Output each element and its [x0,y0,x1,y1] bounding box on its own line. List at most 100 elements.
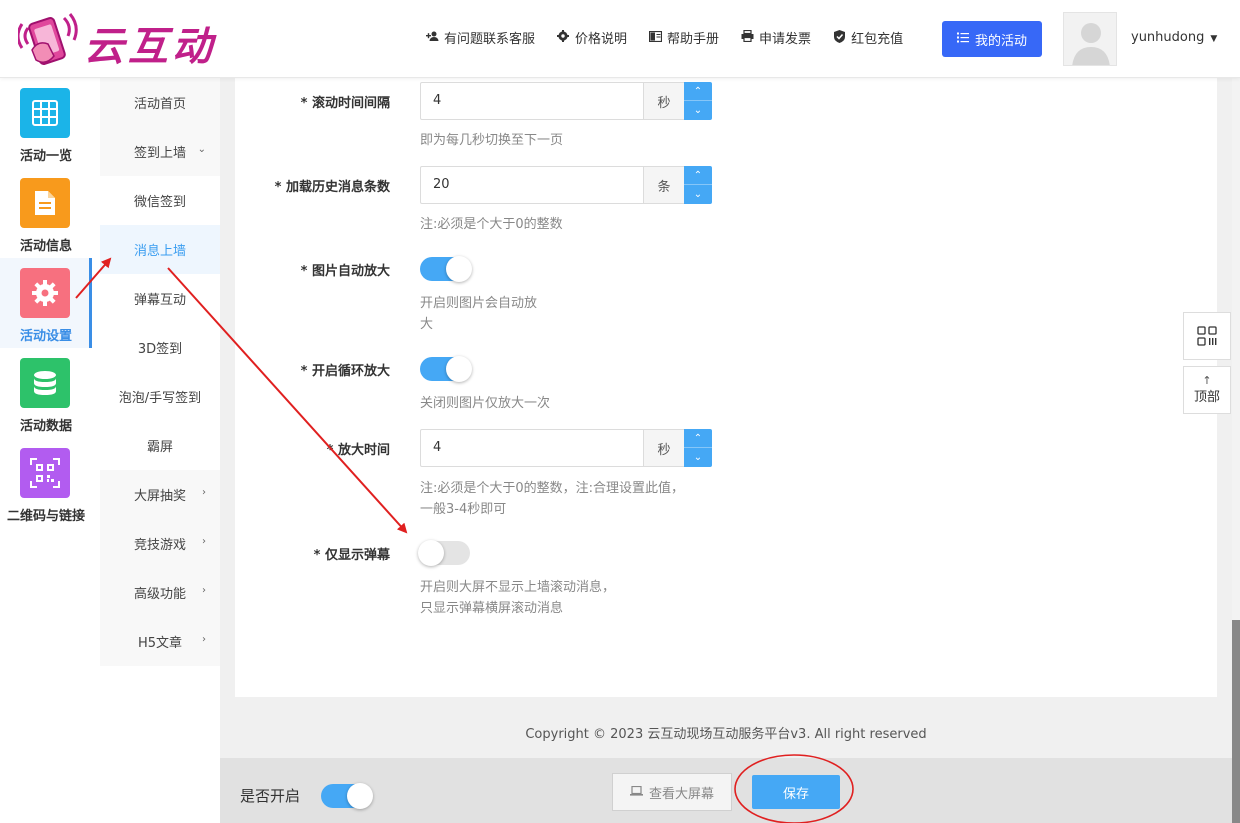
auto-zoom-toggle[interactable] [420,256,472,282]
unit-addon: 秒 [643,430,684,466]
submenu-item-h5-article[interactable]: H5文章 › [100,617,220,666]
history-count-label: * 加载历史消息条数 [274,180,390,195]
submenu-label: 霸屏 [146,440,173,455]
nav-pricing[interactable]: 价格说明 [556,28,627,47]
nav-help-manual[interactable]: 帮助手册 [648,28,719,47]
nav-label: 申请发票 [759,32,812,47]
zoom-time-stepper[interactable]: 4 秒 ⌃ ⌄ [420,429,712,467]
submenu-item-screen-takeover[interactable]: 霸屏 [100,421,220,470]
decrement-chevron-down-icon[interactable]: ⌄ [684,101,712,120]
sidebar-item-activity-info[interactable]: 活动信息 [0,168,92,258]
scroll-interval-stepper[interactable]: 4 秒 ⌃ ⌄ [420,82,712,120]
nav-invoice[interactable]: 申请发票 [740,28,811,47]
document-icon [20,178,70,228]
submenu-item-3d-signin[interactable]: 3D签到 [100,323,220,372]
auto-zoom-label: * 图片自动放大 [300,264,390,279]
zoom-time-label: * 放大时间 [326,443,390,458]
decrement-chevron-down-icon[interactable]: ⌄ [684,448,712,467]
chevron-right-icon: › [202,634,206,645]
nav-redpacket-recharge[interactable]: 红包充值 [832,28,903,47]
qrcode-icon [20,448,70,498]
submenu-label: 活动首页 [133,97,186,112]
qrcode-float-button[interactable] [1183,312,1231,360]
submenu-label: 弹幕互动 [133,293,186,308]
username-dropdown[interactable]: yunhudong ▼ [1131,30,1217,45]
book-icon [648,30,662,45]
caret-down-icon: ▼ [1210,34,1218,44]
save-button[interactable]: 保存 [752,775,840,809]
hint-line: 大 [420,317,434,332]
toggle-knob [446,356,472,382]
view-big-screen-button[interactable]: 查看大屏幕 [612,773,732,811]
history-count-stepper[interactable]: 20 条 ⌃ ⌄ [420,166,712,204]
sidebar-item-label: 二维码与链接 [6,509,85,524]
enable-toggle[interactable] [321,783,373,809]
spinner: ⌃ ⌄ [684,82,712,120]
view-big-screen-label: 查看大屏幕 [648,786,714,802]
spinner: ⌃ ⌄ [684,166,712,204]
nav-label: 帮助手册 [667,32,720,47]
submenu-item-games[interactable]: 竞技游戏 › [100,519,220,568]
user-plus-icon [425,30,439,45]
loop-zoom-label: * 开启循环放大 [300,364,390,379]
scroll-interval-value[interactable]: 4 [433,93,441,108]
decrement-chevron-down-icon[interactable]: ⌄ [684,185,712,204]
toggle-knob [347,783,373,809]
copyright-text: Copyright © 2023 云互动现场互动服务平台v3. All righ… [525,727,927,742]
danmu-only-toggle[interactable] [418,540,470,566]
nav-contact-support[interactable]: 有问题联系客服 [425,28,535,47]
sidebar-item-activity-list[interactable]: 活动一览 [0,78,92,168]
submenu-label: 微信签到 [133,195,186,210]
sidebar-item-qrcode-link[interactable]: 二维码与链接 [0,438,92,528]
danmu-only-hint: 开启则大屏不显示上墙滚动消息， 只显示弹幕横屏滚动消息 [420,577,615,619]
unit-addon: 条 [643,167,684,203]
toggle-knob [418,540,444,566]
submenu-item-lottery[interactable]: 大屏抽奖 › [100,470,220,519]
avatar[interactable] [1063,12,1117,66]
spinner: ⌃ ⌄ [684,429,712,467]
submenu-item-activity-home[interactable]: 活动首页 [100,78,220,127]
history-count-value[interactable]: 20 [433,177,450,192]
list-icon [956,32,969,46]
my-activity-label: 我的活动 [974,33,1027,49]
submenu-label: 高级功能 [133,587,186,602]
grid-icon [20,88,70,138]
loop-zoom-hint: 关闭则图片仅放大一次 [420,396,551,411]
submenu-item-message-wall[interactable]: 消息上墙 [100,225,220,274]
gear-icon [556,30,570,45]
my-activity-button[interactable]: 我的活动 [942,21,1042,57]
submenu-item-wechat-signin[interactable]: 微信签到 [100,176,220,225]
sidebar-item-activity-settings[interactable]: 活动设置 [0,258,92,348]
back-to-top-button[interactable]: ↑ 顶部 [1183,366,1231,414]
shield-check-icon [832,29,846,46]
submenu-label: 3D签到 [137,342,183,357]
qrcode-icon [1197,326,1217,346]
sidebar-item-activity-data[interactable]: 活动数据 [0,348,92,438]
hint-line: 注:必须是个大于0的整数，注:合理设置此值， [420,481,685,496]
sub-menu: 活动首页 签到上墙 ⌄ 微信签到 消息上墙 弹幕互动 3D签到 泡泡/手写签到 霸… [100,78,220,823]
unit-addon: 秒 [643,83,684,119]
logo[interactable]: 云互动 [16,10,228,70]
submenu-item-advanced[interactable]: 高级功能 › [100,568,220,617]
scrollbar-thumb[interactable] [1232,620,1240,823]
history-count-hint: 注:必须是个大于0的整数 [420,217,563,232]
submenu-label: 泡泡/手写签到 [118,391,202,406]
submenu-item-bubble-signin[interactable]: 泡泡/手写签到 [100,372,220,421]
submenu-item-danmu[interactable]: 弹幕互动 [100,274,220,323]
sidebar-item-label: 活动一览 [19,149,72,164]
increment-chevron-up-icon[interactable]: ⌃ [684,166,712,185]
increment-chevron-up-icon[interactable]: ⌃ [684,429,712,448]
gear-icon [20,268,70,318]
back-to-top-label: 顶部 [1193,390,1220,405]
submenu-label: 消息上墙 [133,244,186,259]
scroll-interval-hint: 即为每几秒切换至下一页 [420,133,564,148]
top-nav: 有问题联系客服 价格说明 帮助手册 申请发票 红包充值 [425,28,924,47]
app-root: 云互动 有问题联系客服 价格说明 帮助手册 申请发票 红包充值 我的活动 yun… [0,0,1240,823]
zoom-time-value[interactable]: 4 [433,440,441,455]
loop-zoom-toggle[interactable] [420,356,472,382]
submenu-item-signin-wall[interactable]: 签到上墙 ⌄ [100,127,220,176]
user-avatar-icon [1064,13,1116,65]
submenu-label: 签到上墙 [133,146,186,161]
settings-panel [235,78,1217,697]
increment-chevron-up-icon[interactable]: ⌃ [684,82,712,101]
